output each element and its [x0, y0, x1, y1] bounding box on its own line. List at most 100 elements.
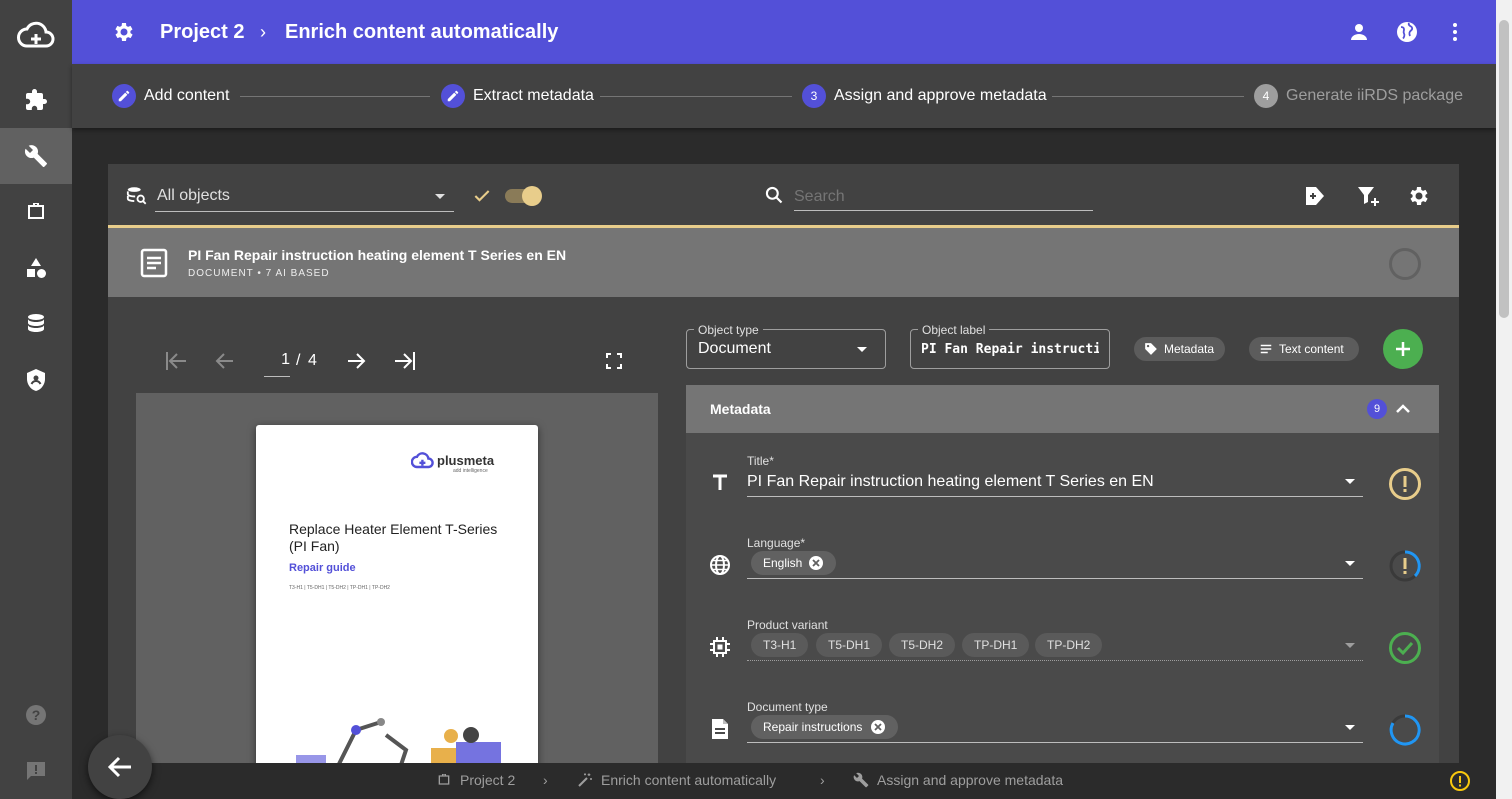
cloud-logo-icon[interactable]: [0, 8, 72, 64]
document-type-icon: [710, 718, 730, 740]
footer-crumb-enrich[interactable]: Enrich content automatically: [577, 772, 776, 788]
step-label: Add content: [144, 87, 230, 104]
search-input[interactable]: [794, 183, 1093, 211]
back-button[interactable]: [88, 735, 152, 799]
footer-crumb-project[interactable]: Project 2: [436, 772, 515, 788]
filter-add-icon[interactable]: [1356, 184, 1380, 208]
doc-subheading: Repair guide: [289, 562, 356, 574]
doc-tagline: add intelligence: [453, 468, 488, 474]
briefcase-icon: [438, 774, 450, 785]
doc-brand: plusmeta: [437, 453, 495, 468]
object-filter-select[interactable]: All objects: [157, 187, 230, 205]
wrench-icon: [853, 772, 869, 788]
chevron-down-icon[interactable]: [856, 346, 868, 354]
svg-text:?: ?: [32, 707, 41, 723]
text-content-chip-label: Text content: [1279, 342, 1344, 356]
page-number-input[interactable]: 1: [264, 351, 290, 377]
chip-remove-icon[interactable]: [870, 719, 886, 735]
title-type-icon: [710, 472, 730, 492]
feedback-icon[interactable]: [0, 743, 72, 799]
step-connector: [600, 96, 792, 97]
title-underline: [747, 496, 1363, 497]
footer-crumb-assign[interactable]: Assign and approve metadata: [853, 772, 1063, 788]
metadata-panel-header[interactable]: [686, 385, 1439, 433]
scrollbar-thumb[interactable]: [1499, 20, 1509, 318]
plusmeta-logo-icon: [411, 451, 435, 471]
doc-heading: Replace Heater Element T-Series (PI Fan): [289, 521, 498, 554]
title-field-value[interactable]: PI Fan Repair instruction heating elemen…: [747, 473, 1154, 491]
chevron-down-icon[interactable]: [434, 193, 446, 201]
last-page-icon[interactable]: [393, 350, 417, 372]
add-tag-icon[interactable]: [1303, 184, 1327, 208]
edit-pencil-icon: [112, 84, 136, 108]
document-type-chip[interactable]: Repair instructions: [751, 715, 899, 739]
add-button[interactable]: [1383, 329, 1423, 369]
step-assign-approve[interactable]: 3 Assign and approve metadata: [802, 64, 1047, 128]
object-type-label: Object type: [694, 323, 763, 337]
wrench-icon[interactable]: [0, 128, 72, 184]
header-project-link[interactable]: Project 2: [160, 0, 244, 64]
variant-chip: TP-DH1: [962, 633, 1030, 657]
document-icon: [140, 248, 168, 278]
settings-gear-icon[interactable]: [1407, 184, 1431, 208]
object-title: PI Fan Repair instruction heating elemen…: [188, 247, 567, 263]
filter-underline: [155, 211, 454, 212]
plus-icon: [1396, 342, 1410, 356]
approved-check-icon[interactable]: [1388, 631, 1422, 665]
chevron-down-icon[interactable]: [1344, 724, 1356, 732]
chevron-down-icon: [1344, 642, 1356, 650]
chevron-up-icon[interactable]: [1395, 402, 1411, 414]
magic-wand-icon: [578, 773, 592, 787]
robot-illustration-icon: [296, 710, 506, 770]
object-label-value[interactable]: PI Fan Repair instruction heating elemen…: [921, 342, 1099, 357]
chip-remove-icon[interactable]: [808, 555, 824, 571]
left-navigation-rail: ?: [0, 0, 72, 799]
step-label: Generate iiRDS package: [1286, 87, 1463, 104]
warning-status-icon[interactable]: [1388, 467, 1422, 501]
page-title: Enrich content automatically: [285, 20, 559, 43]
project-settings-icon[interactable]: [112, 20, 136, 44]
security-shield-icon[interactable]: [0, 352, 72, 408]
product-variant-underline: [747, 660, 1363, 661]
product-variant-field-label: Product variant: [747, 618, 828, 632]
metadata-chip[interactable]: Metadata: [1134, 337, 1225, 361]
first-page-icon: [164, 350, 188, 372]
doc-variants-line: T3-H1 | T5-DH1 | T5-DH2 | TP-DH1 | TP-DH…: [289, 585, 390, 591]
more-vert-icon[interactable]: [1443, 20, 1467, 44]
fullscreen-icon[interactable]: [606, 353, 622, 369]
chevron-down-icon[interactable]: [1344, 560, 1356, 568]
language-globe-icon[interactable]: [1395, 20, 1419, 44]
crumb-label: Enrich content automatically: [601, 772, 777, 788]
text-lines-icon: [1260, 344, 1272, 354]
account-icon[interactable]: [1347, 20, 1371, 44]
title-field-label: Title*: [747, 454, 774, 468]
step-number: 4: [1254, 84, 1278, 108]
next-page-icon[interactable]: [346, 350, 368, 372]
step-add-content[interactable]: Add content: [112, 64, 229, 128]
shapes-icon[interactable]: [0, 240, 72, 296]
page-total: 4: [308, 352, 317, 369]
footer-breadcrumb-bar: [72, 763, 1496, 799]
progress-warning-status-icon[interactable]: [1388, 549, 1422, 583]
text-content-chip[interactable]: Text content: [1249, 337, 1359, 361]
page-separator: /: [296, 352, 301, 369]
step-connector: [1052, 96, 1244, 97]
step-extract-metadata[interactable]: Extract metadata: [441, 64, 594, 128]
toggle-knob[interactable]: [522, 186, 542, 206]
step-generate-package: 4 Generate iiRDS package: [1254, 64, 1463, 128]
footer-warning-icon[interactable]: [1449, 770, 1471, 792]
briefcase-icon[interactable]: [0, 184, 72, 240]
puzzle-icon[interactable]: [0, 72, 72, 128]
progress-status-icon[interactable]: [1388, 713, 1422, 747]
document-page-preview: plusmeta add intelligence Replace Heater…: [256, 425, 538, 770]
object-status-circle[interactable]: [1389, 248, 1421, 280]
metadata-count-badge: 9: [1367, 399, 1387, 419]
header-breadcrumb-separator: ›: [260, 21, 266, 42]
crumb-label: Project 2: [460, 772, 516, 788]
chevron-down-icon[interactable]: [1344, 478, 1356, 486]
language-field-label: Language*: [747, 536, 806, 550]
footer-crumb-separator: ›: [543, 772, 548, 788]
database-icon[interactable]: [0, 296, 72, 352]
language-chip[interactable]: English: [751, 551, 837, 575]
help-icon[interactable]: ?: [0, 687, 72, 743]
